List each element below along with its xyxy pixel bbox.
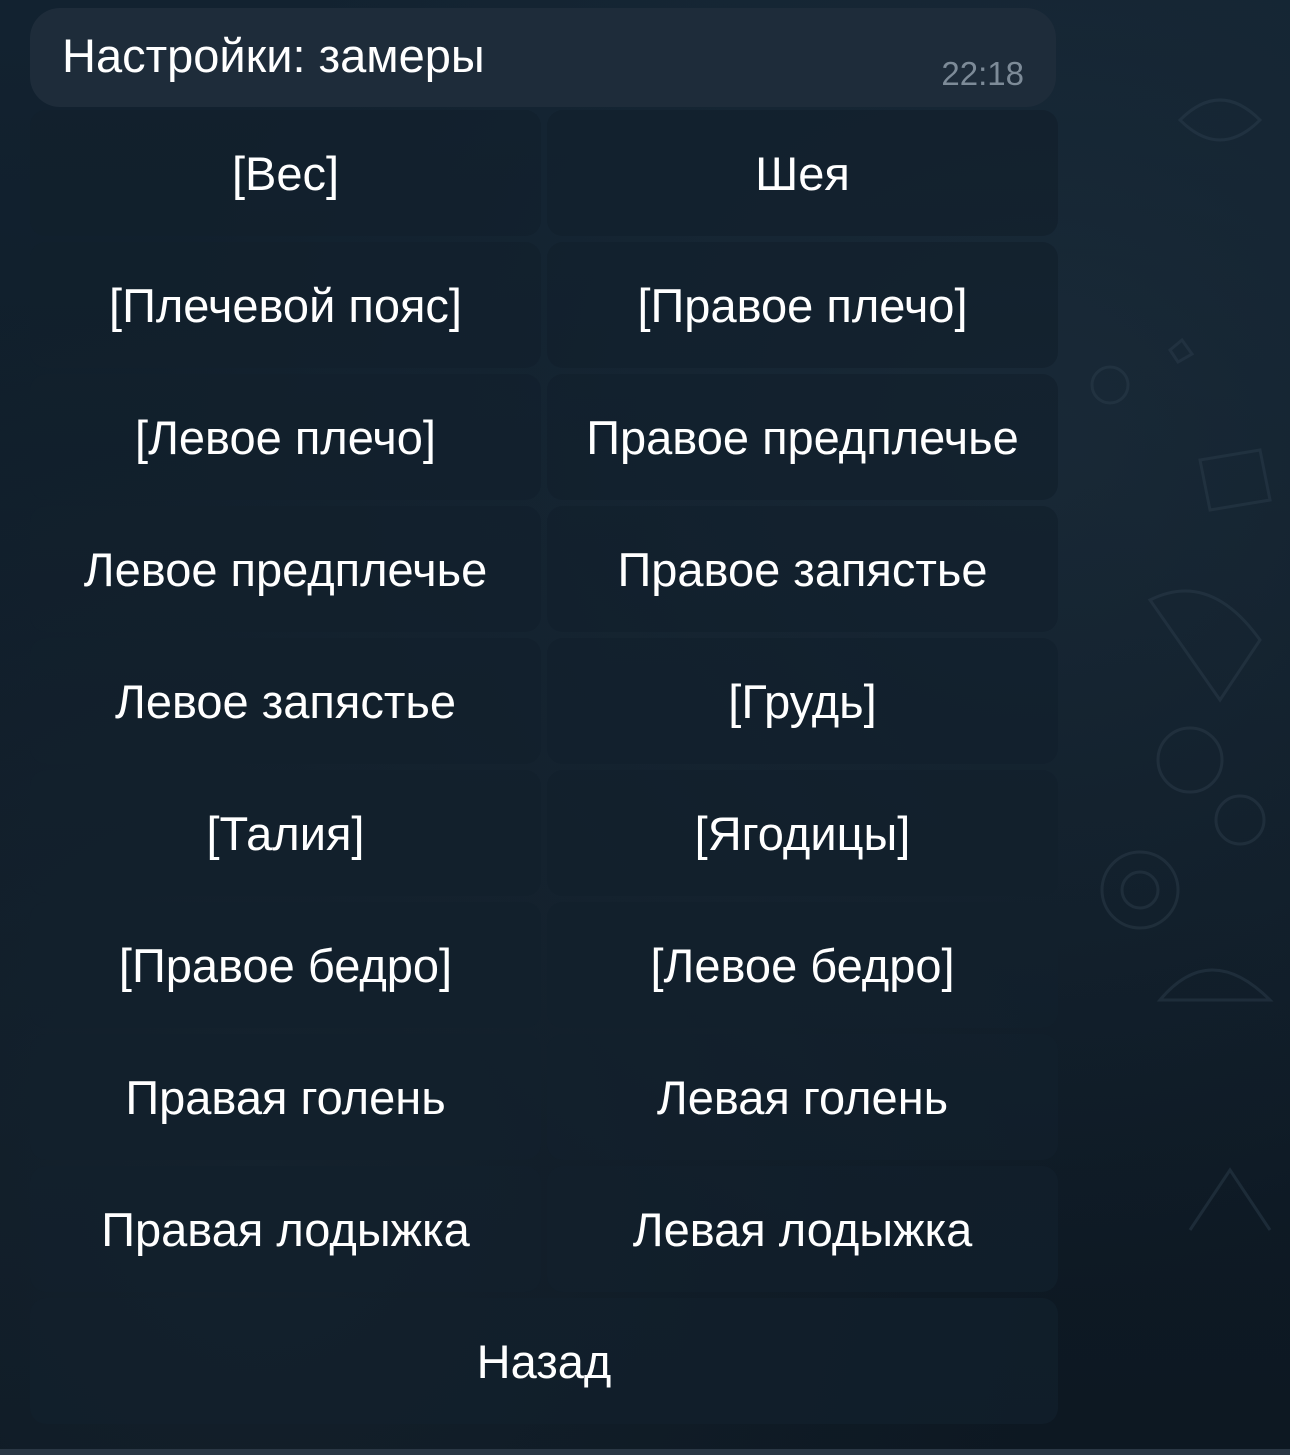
left-wrist-button[interactable]: Левое запястье xyxy=(30,638,541,764)
keyboard-row: [Левое плечо] Правое предплечье xyxy=(30,374,1058,500)
keyboard-row: Правая лодыжка Левая лодыжка xyxy=(30,1166,1058,1292)
neck-button[interactable]: Шея xyxy=(547,110,1058,236)
umbrella-icon xyxy=(1156,968,1274,1002)
left-forearm-button[interactable]: Левое предплечье xyxy=(30,506,541,632)
chest-button[interactable]: [Грудь] xyxy=(547,638,1058,764)
palm-icon xyxy=(1188,1167,1272,1231)
ball-icon xyxy=(1100,850,1180,930)
back-button[interactable]: Назад xyxy=(30,1298,1058,1424)
inline-keyboard: [Вес] Шея [Плечевой пояс] [Правое плечо]… xyxy=(30,110,1058,1430)
right-forearm-button[interactable]: Правое предплечье xyxy=(547,374,1058,500)
keyboard-row: [Правое бедро] [Левое бедро] xyxy=(30,902,1058,1028)
message-time: 22:18 xyxy=(941,55,1024,92)
keyboard-row: Правая голень Левая голень xyxy=(30,1034,1058,1160)
weight-button[interactable]: [Вес] xyxy=(30,110,541,236)
pizza-icon xyxy=(1147,589,1262,703)
keyboard-row: Назад xyxy=(30,1298,1058,1424)
shoulder-girdle-button[interactable]: [Плечевой пояс] xyxy=(30,242,541,368)
right-shin-button[interactable]: Правая голень xyxy=(30,1034,541,1160)
waist-button[interactable]: [Талия] xyxy=(30,770,541,896)
keyboard-row: [Плечевой пояс] [Правое плечо] xyxy=(30,242,1058,368)
right-wrist-button[interactable]: Правое запястье xyxy=(547,506,1058,632)
bulb-icon xyxy=(1156,726,1224,794)
keyboard-row: [Талия] [Ягодицы] xyxy=(30,770,1058,896)
right-thigh-button[interactable]: [Правое бедро] xyxy=(30,902,541,1028)
shell-icon xyxy=(1214,794,1266,846)
ball-inner-icon xyxy=(1120,870,1160,910)
left-ankle-button[interactable]: Левая лодыжка xyxy=(547,1166,1058,1292)
star-icon xyxy=(1168,337,1195,364)
bottom-divider xyxy=(0,1449,1290,1455)
keyboard-row: [Вес] Шея xyxy=(30,110,1058,236)
left-thigh-button[interactable]: [Левое бедро] xyxy=(547,902,1058,1028)
message-bubble: Настройки: замеры 22:18 xyxy=(30,8,1056,107)
keyboard-row: Левое запястье [Грудь] xyxy=(30,638,1058,764)
message-text: Настройки: замеры xyxy=(62,29,485,82)
box-icon xyxy=(1198,448,1272,512)
left-shoulder-button[interactable]: [Левое плечо] xyxy=(30,374,541,500)
left-shin-button[interactable]: Левая голень xyxy=(547,1034,1058,1160)
glutes-button[interactable]: [Ягодицы] xyxy=(547,770,1058,896)
spiral-icon xyxy=(1090,365,1130,405)
right-ankle-button[interactable]: Правая лодыжка xyxy=(30,1166,541,1292)
keyboard-row: Левое предплечье Правое запястье xyxy=(30,506,1058,632)
leaf-icon xyxy=(1177,98,1263,142)
right-shoulder-button[interactable]: [Правое плечо] xyxy=(547,242,1058,368)
